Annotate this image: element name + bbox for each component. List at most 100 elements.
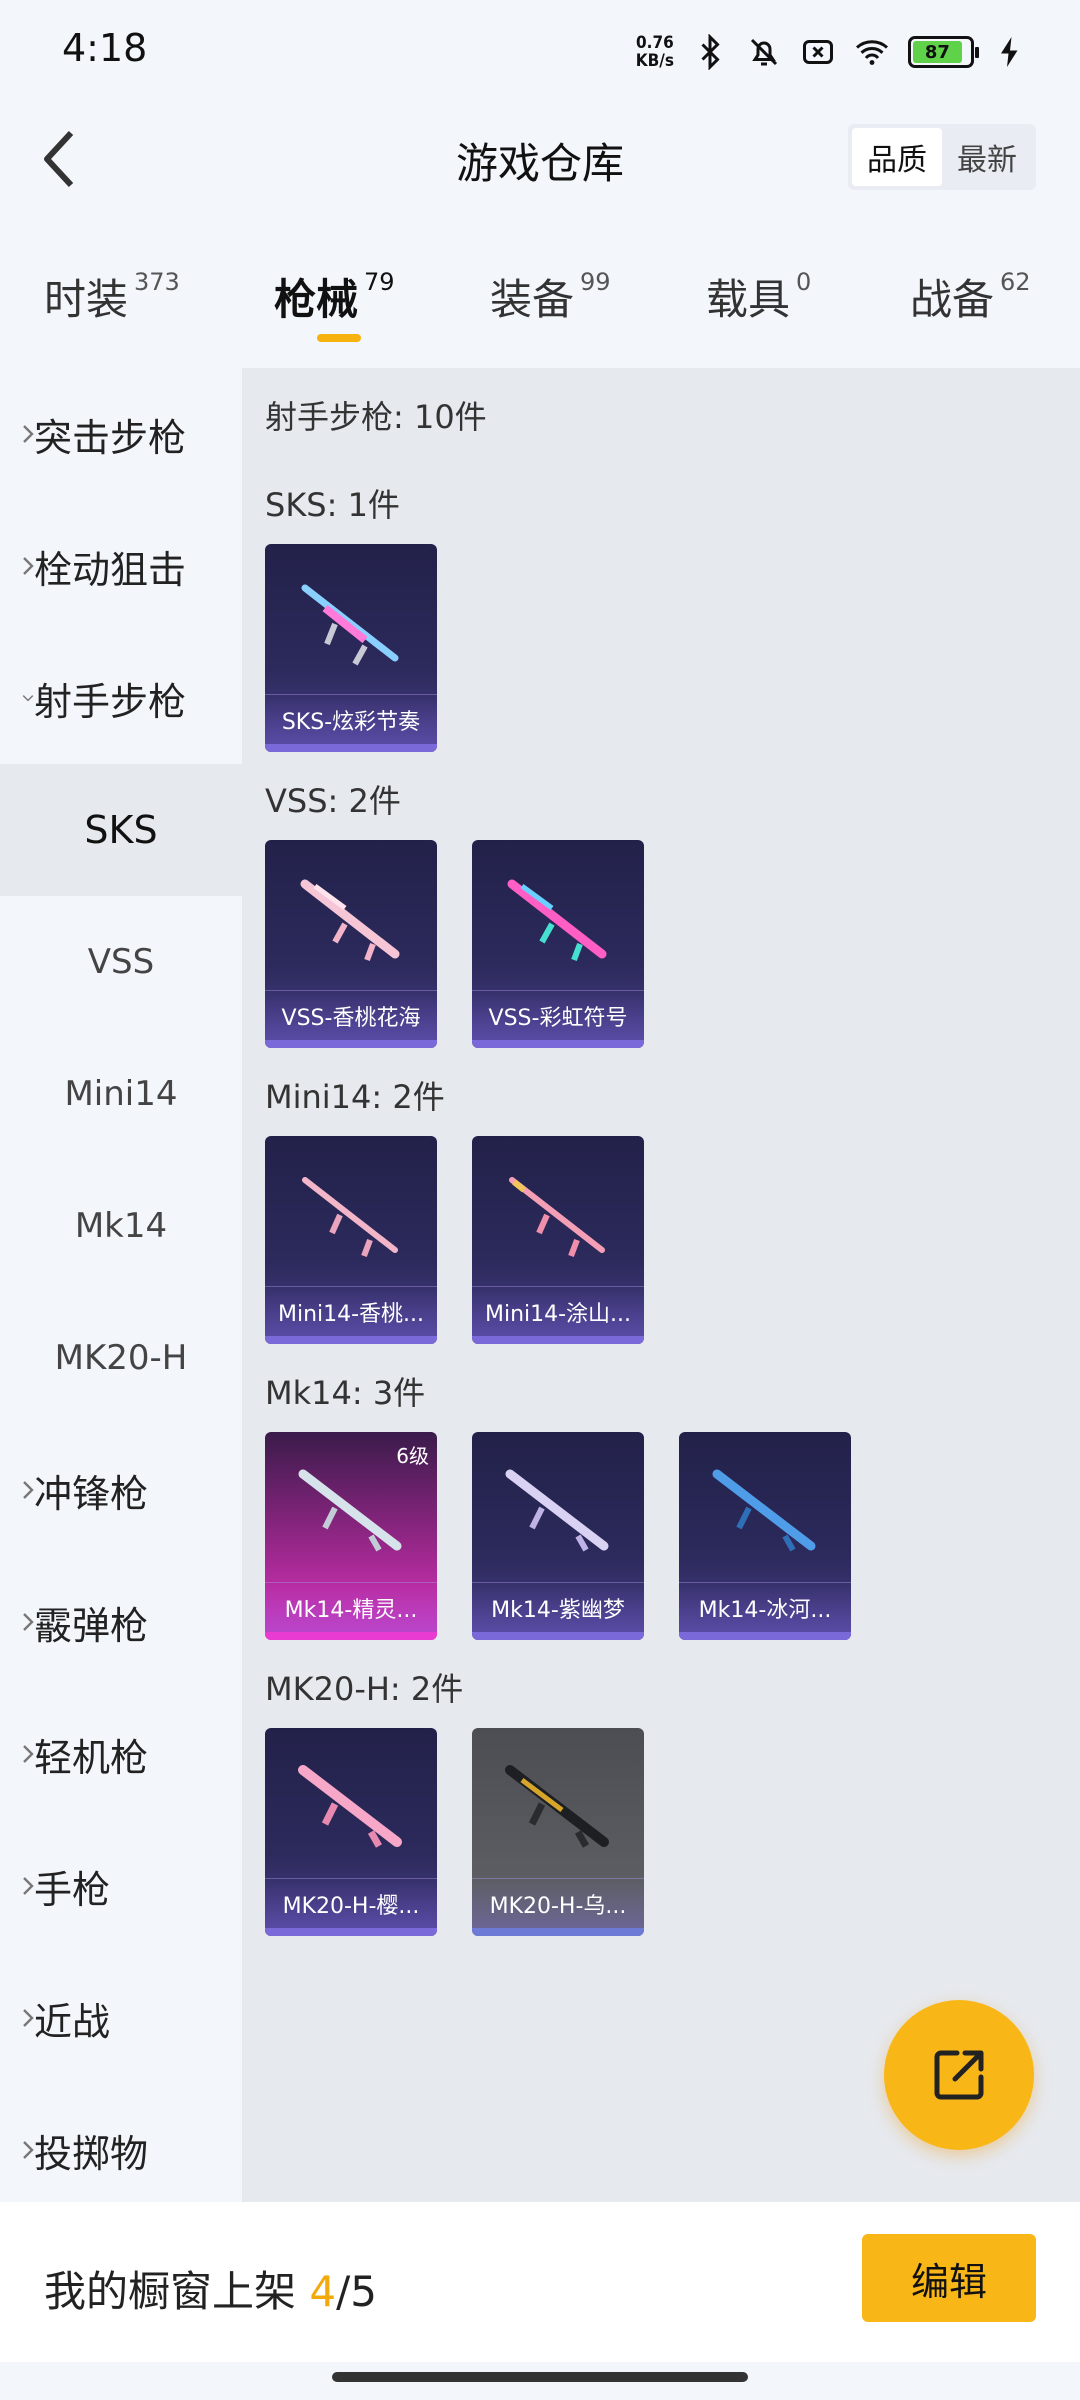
- share-icon: [934, 2050, 984, 2100]
- rifle-icon: [300, 879, 400, 962]
- tab-count: 79: [364, 268, 395, 296]
- sidebar-subitem-vss[interactable]: VSS: [0, 896, 242, 1028]
- quality-bar: [265, 1928, 437, 1936]
- sort-newest-option[interactable]: 最新: [942, 128, 1032, 186]
- sidebar-item-label: 轻机枪: [34, 1735, 149, 1780]
- tab-label: 枪械: [274, 275, 359, 324]
- sidebar-item-bolt-sniper[interactable]: 栓动狙击: [0, 500, 242, 632]
- sidebar-item-smg[interactable]: 冲锋枪: [0, 1424, 242, 1556]
- quality-bar: [472, 1040, 644, 1048]
- quality-bar: [265, 1632, 437, 1640]
- tab-label: 时装: [44, 275, 129, 324]
- showcase-label: 我的橱窗上架: [44, 2267, 297, 2316]
- tab-label: 战备: [910, 275, 995, 324]
- weapon-card[interactable]: Mini14-香桃...: [265, 1136, 437, 1344]
- sidebar-item-pistol[interactable]: 手枪: [0, 1820, 242, 1952]
- section-title-mk14: Mk14: 3件: [265, 1374, 426, 1412]
- share-button[interactable]: [884, 2000, 1034, 2150]
- sidebar-item-lmg[interactable]: 轻机枪: [0, 1688, 242, 1820]
- weapon-card[interactable]: Mk14-冰河...: [679, 1432, 851, 1640]
- tab-supplies[interactable]: 战备 62: [910, 266, 1031, 327]
- sidebar-subitem-mk20h[interactable]: MK20-H: [0, 1292, 242, 1424]
- net-speed: 0.76 KB/s: [636, 34, 674, 70]
- section-title-vss: VSS: 2件: [265, 782, 401, 820]
- sidebar-item-label: 手枪: [34, 1867, 111, 1912]
- sidebar-item-label: 射手步枪: [34, 679, 187, 724]
- weapon-card[interactable]: Mk14-紫幽梦: [472, 1432, 644, 1640]
- charging-icon: [1001, 37, 1018, 67]
- quality-bar: [265, 744, 437, 752]
- rifle-icon: [302, 1177, 398, 1258]
- category-tabs: 时装 373 枪械 79 装备 99 载具 0 战备 62: [0, 250, 1080, 360]
- weapon-card[interactable]: Mini14-涂山...: [472, 1136, 644, 1344]
- chevron-right-icon: [0, 556, 34, 576]
- sidebar-subitem-sks[interactable]: SKS: [0, 764, 242, 896]
- bluetooth-icon: [701, 34, 720, 70]
- sidebar-item-melee[interactable]: 近战: [0, 1952, 242, 2084]
- section-title-mk20h: MK20-H: 2件: [265, 1670, 464, 1708]
- quality-bar: [679, 1632, 851, 1640]
- sidebar-subitem-mini14[interactable]: Mini14: [0, 1028, 242, 1160]
- quality-bar: [472, 1336, 644, 1344]
- sidebar-subitem-mk14[interactable]: Mk14: [0, 1160, 242, 1292]
- weapon-card[interactable]: 6级 Mk14-精灵...: [265, 1432, 437, 1640]
- weapon-category-sidebar: 突击步枪 栓动狙击 射手步枪 SKS VSS Mini14 Mk14 MK20-…: [0, 368, 242, 2202]
- quality-bar: [472, 1928, 644, 1936]
- tab-weapons[interactable]: 枪械 79: [274, 266, 395, 327]
- status-bar: 4:18 0.76 KB/s 87: [0, 0, 1080, 100]
- rifle-icon: [298, 1765, 402, 1848]
- rifle-icon: [507, 879, 607, 962]
- tab-count: 62: [1000, 268, 1031, 296]
- weapon-name: Mk14-精灵...: [265, 1582, 437, 1632]
- weapon-name: SKS-炫彩节奏: [265, 694, 437, 744]
- content-header: 射手步枪: 10件: [265, 398, 487, 436]
- weapon-name: Mini14-涂山...: [472, 1286, 644, 1336]
- weapon-card[interactable]: SKS-炫彩节奏: [265, 544, 437, 752]
- battery-icon: 87: [908, 36, 979, 68]
- tab-equipment[interactable]: 装备 99: [490, 266, 611, 327]
- edit-showcase-button[interactable]: 编辑: [862, 2234, 1036, 2322]
- quality-bar: [472, 1632, 644, 1640]
- rifle-icon: [712, 1469, 816, 1552]
- chevron-down-icon: [0, 692, 34, 704]
- quality-bar: [265, 1336, 437, 1344]
- chevron-right-icon: [0, 1480, 34, 1500]
- showcase-status: 我的橱窗上架 4/5: [44, 2258, 377, 2319]
- weapon-card[interactable]: VSS-香桃花海: [265, 840, 437, 1048]
- status-icons: 0.76 KB/s 87: [636, 30, 1028, 74]
- weapon-card[interactable]: MK20-H-樱...: [265, 1728, 437, 1936]
- tab-fashion[interactable]: 时装 373: [44, 266, 180, 327]
- sort-toggle: 品质 最新: [848, 124, 1036, 190]
- sort-quality-option[interactable]: 品质: [852, 128, 942, 186]
- rifle-icon: [301, 584, 399, 666]
- tab-label: 载具: [706, 275, 791, 324]
- home-indicator[interactable]: [332, 2372, 748, 2382]
- rifle-icon: [298, 1469, 402, 1552]
- section-title-sks: SKS: 1件: [265, 486, 400, 524]
- tab-count: 373: [134, 268, 180, 296]
- weapon-card[interactable]: VSS-彩虹符号: [472, 840, 644, 1048]
- active-tab-indicator: [317, 334, 361, 342]
- section-title-mini14: Mini14: 2件: [265, 1078, 445, 1116]
- showcase-bar: 我的橱窗上架 4/5 编辑: [0, 2202, 1080, 2362]
- showcase-total-count: /5: [336, 2267, 377, 2316]
- tab-vehicles[interactable]: 载具 0: [706, 266, 811, 327]
- sidebar-item-shotgun[interactable]: 霰弹枪: [0, 1556, 242, 1688]
- bell-muted-icon: [750, 38, 778, 66]
- battery-level: 87: [913, 41, 962, 63]
- chevron-right-icon: [0, 1744, 34, 1764]
- weapon-name: VSS-香桃花海: [265, 990, 437, 1040]
- sim-off-icon: [803, 40, 833, 64]
- sidebar-item-throwable[interactable]: 投掷物: [0, 2084, 242, 2216]
- chevron-right-icon: [0, 2008, 34, 2028]
- net-speed-unit: KB/s: [635, 51, 674, 71]
- weapon-list-panel: 射手步枪: 10件 SKS: 1件 SKS-炫彩节奏 VSS: 2件 VSS-香…: [242, 368, 1080, 2202]
- sidebar-item-assault-rifle[interactable]: 突击步枪: [0, 368, 242, 500]
- sidebar-item-marksman-rifle[interactable]: 射手步枪: [0, 632, 242, 764]
- quality-bar: [265, 1040, 437, 1048]
- sidebar-item-label: 冲锋枪: [34, 1471, 149, 1516]
- weapon-card[interactable]: MK20-H-乌...: [472, 1728, 644, 1936]
- net-speed-value: 0.76: [636, 33, 674, 53]
- showcase-current-count: 4: [309, 2267, 337, 2316]
- header: 游戏仓库 品质 最新: [0, 100, 1080, 215]
